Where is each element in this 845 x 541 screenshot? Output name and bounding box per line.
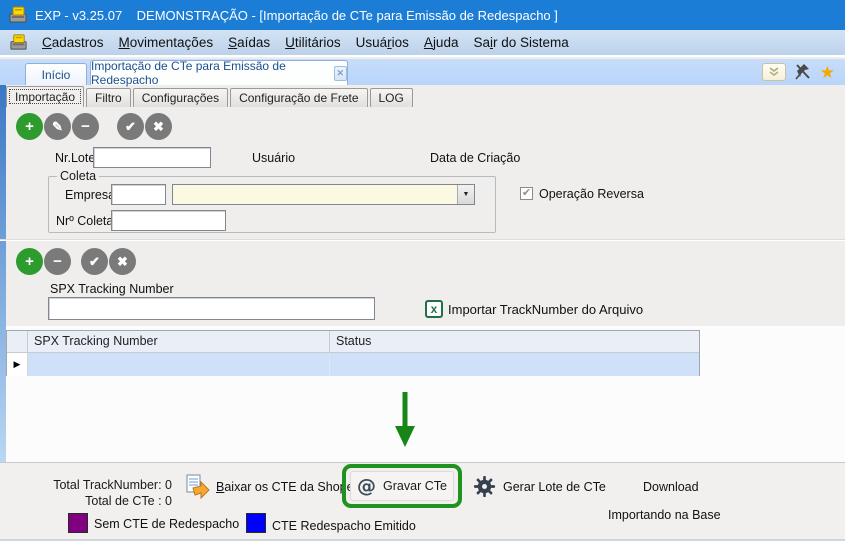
total-cte-label: Total de CTe : — [85, 494, 162, 508]
grid-cell-status[interactable] — [330, 353, 699, 376]
empresa-code-input[interactable] — [111, 184, 166, 205]
menu-item-ajuda[interactable]: Ajuda — [417, 32, 466, 53]
usuario-label: Usuário — [252, 151, 296, 165]
totals-block: Total TrackNumber: 0 Total de CTe : 0 — [10, 477, 172, 509]
tab-list-button[interactable] — [761, 63, 786, 81]
menu-item-saidas[interactable]: Saídas — [221, 32, 277, 53]
importar-tracknumber-link[interactable]: Importar TrackNumber do Arquivo — [448, 302, 643, 317]
menu-item-utilitarios[interactable]: Utilitários — [278, 32, 348, 53]
baixar-label: Baixar os CTE da Shopee — [216, 480, 361, 494]
tab-inicio-label: Início — [41, 67, 71, 82]
cte-logo-icon: @ — [357, 475, 377, 497]
footer-bar: Total TrackNumber: 0 Total de CTe : 0 Ba… — [0, 462, 845, 539]
subtab-configuracoes[interactable]: Configurações — [132, 88, 229, 107]
subtab-configuracao-frete[interactable]: Configuração de Frete — [230, 88, 368, 107]
tracking-grid: SPX Tracking Number Status ▶ — [6, 330, 700, 376]
grid-col-status-header[interactable]: Status — [330, 331, 699, 352]
operacao-reversa-label: Operação Reversa — [539, 187, 644, 201]
spx-tracking-input[interactable] — [48, 297, 375, 320]
nro-coleta-input[interactable] — [111, 210, 226, 231]
track-remove-button[interactable]: − — [44, 248, 71, 275]
gravar-cte-label: Gravar CTe — [383, 479, 447, 493]
subtab-importacao[interactable]: Importação — [6, 86, 85, 107]
grid-cell-tracking[interactable] — [28, 353, 330, 376]
total-tracknumber-label: Total TrackNumber: — [53, 478, 162, 492]
subtab-log[interactable]: LOG — [369, 88, 413, 107]
window-title: EXP - v3.25.07 DEMONSTRAÇÃO - [Importaçã… — [35, 7, 558, 23]
tab-importacao-cte[interactable]: Importação de CTe para Emissão de Redesp… — [90, 59, 348, 87]
grid-header: SPX Tracking Number Status — [7, 331, 699, 353]
grid-col-tracking-header[interactable]: SPX Tracking Number — [28, 331, 330, 352]
empresa-combo[interactable]: ▼ — [172, 184, 475, 205]
spx-tracking-label: SPX Tracking Number — [50, 282, 174, 296]
download-label: Download — [643, 480, 699, 494]
title-bar: EXP - v3.25.07 DEMONSTRAÇÃO - [Importaçã… — [0, 0, 845, 30]
menu-item-usuarios[interactable]: Usuários — [349, 32, 416, 53]
nr-lote-input[interactable] — [93, 147, 211, 168]
gerar-lote-label: Gerar Lote de CTe — [503, 479, 606, 494]
grid-indicator-header — [7, 331, 28, 352]
track-confirm-button[interactable]: ✔ — [81, 248, 108, 275]
legend-swatch-emitido — [246, 513, 266, 533]
gerar-lote-button[interactable]: Gerar Lote de CTe — [473, 475, 606, 498]
data-criacao-label: Data de Criação — [430, 151, 521, 165]
remove-button[interactable]: − — [72, 113, 99, 140]
track-add-button[interactable]: + — [16, 248, 43, 275]
download-document-icon — [186, 474, 210, 500]
tab-inicio[interactable]: Início — [25, 63, 87, 85]
favorite-star-icon[interactable]: ★ — [820, 64, 835, 81]
coleta-group-label: Coleta — [57, 169, 100, 183]
menu-item-sair-do-sistema[interactable]: Sair do Sistema — [466, 32, 575, 53]
importando-label: Importando na Base — [608, 508, 721, 522]
annotation-highlight-box: @ Gravar CTe — [342, 464, 462, 508]
tab-close-icon[interactable]: ✕ — [333, 65, 347, 81]
tab-strip: Início Importação de CTe para Emissão de… — [0, 59, 845, 87]
legend-label-sem-cte: Sem CTE de Redespacho — [94, 517, 240, 531]
menu-app-icon — [10, 34, 27, 50]
section-divider — [0, 239, 845, 241]
combo-dropdown-icon[interactable]: ▼ — [457, 185, 474, 204]
menu-item-cadastros[interactable]: Cadastros — [35, 32, 111, 53]
menu-items: Cadastros Movimentações Saídas Utilitários U… — [35, 32, 577, 53]
legend-swatch-sem-cte — [68, 513, 88, 533]
nro-coleta-label: Nrº Coleta — [56, 214, 114, 228]
confirm-button[interactable]: ✔ — [117, 113, 144, 140]
menu-item-movimentacoes[interactable]: Movimentações — [112, 32, 221, 53]
tab-active-label: Importação de CTe para Emissão de Redesp… — [91, 59, 286, 87]
cancel-button[interactable]: ✖ — [145, 113, 172, 140]
sub-tab-bar: Importação Filtro Configurações Configur… — [6, 86, 415, 107]
app-window: EXP - v3.25.07 DEMONSTRAÇÃO - [Importaçã… — [0, 0, 845, 541]
chevron-down-icon — [769, 67, 779, 76]
empresa-label: Empresa — [65, 188, 116, 202]
total-cte-value: 0 — [165, 494, 172, 508]
baixar-cte-button[interactable]: Baixar os CTE da Shopee — [185, 474, 361, 500]
subtab-filtro[interactable]: Filtro — [86, 88, 131, 107]
unpin-icon[interactable] — [795, 63, 811, 81]
empresa-combo-value — [173, 185, 457, 204]
nr-lote-label: Nr.Lote — [55, 151, 96, 165]
menu-bar: Cadastros Movimentações Saídas Utilitários U… — [0, 30, 845, 57]
operacao-reversa-checkbox[interactable]: ✔ — [520, 187, 533, 200]
gravar-cte-button[interactable]: @ Gravar CTe — [350, 471, 454, 501]
gear-icon — [473, 475, 496, 498]
edit-button[interactable]: ✎ — [44, 113, 71, 140]
total-tracknumber-value: 0 — [165, 478, 172, 492]
app-icon — [9, 6, 27, 23]
excel-file-icon: x — [425, 300, 443, 318]
annotation-arrow — [395, 392, 415, 447]
legend-label-emitido: CTE Redespacho Emitido — [272, 519, 416, 533]
grid-row[interactable]: ▶ — [7, 353, 699, 376]
add-button[interactable]: + — [16, 113, 43, 140]
coleta-groupbox: Coleta Empresa ▼ Nrº Coleta — [48, 169, 496, 233]
row-indicator-icon: ▶ — [7, 353, 28, 376]
track-cancel-button[interactable]: ✖ — [109, 248, 136, 275]
